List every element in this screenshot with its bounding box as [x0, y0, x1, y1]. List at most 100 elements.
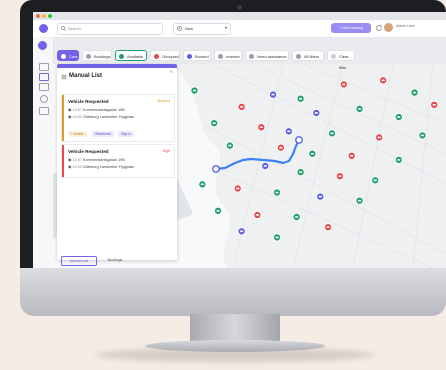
refresh-icon[interactable]	[375, 24, 383, 32]
tab-bookings[interactable]: Bookings	[99, 256, 131, 264]
route-end-marker[interactable]	[295, 136, 303, 144]
vehicle-marker[interactable]	[190, 86, 199, 95]
vehicle-marker[interactable]	[225, 141, 234, 150]
close-window-icon[interactable]	[36, 14, 40, 18]
filter-bar: Cars Bookings Available Occupied Booked Inact…	[57, 50, 446, 70]
panel-header-bar	[57, 64, 177, 68]
app-screen: Search Now ▾ + New booking Admin User Ca…	[33, 12, 446, 268]
vehicle-marker[interactable]	[198, 180, 207, 189]
route-start-marker[interactable]	[212, 165, 220, 173]
from-line: ◉ 13:57 Kommendantsgatan 19B	[68, 158, 125, 162]
vehicle-marker[interactable]	[316, 192, 325, 201]
vehicle-marker[interactable]	[257, 123, 266, 132]
filter-dot-icon	[296, 54, 301, 59]
from-line: ◉ 13:57 Kommendantsgatan 19B	[68, 108, 125, 112]
filter-chip-available[interactable]: Available	[115, 50, 147, 61]
nav-calendar-icon[interactable]	[39, 83, 49, 91]
avatar[interactable]	[384, 23, 393, 32]
vehicle-marker[interactable]	[418, 131, 427, 140]
vehicle-marker[interactable]	[261, 162, 270, 171]
vehicle-marker[interactable]	[276, 143, 285, 152]
vehicle-marker[interactable]	[355, 104, 364, 113]
vehicle-marker[interactable]	[292, 212, 301, 221]
filter-chip-label: Cars	[69, 54, 78, 59]
vehicle-marker[interactable]	[233, 184, 242, 193]
vehicle-marker[interactable]	[312, 108, 321, 117]
car-icon	[287, 130, 291, 133]
time-dropdown[interactable]: Now ▾	[173, 23, 231, 35]
vehicle-marker[interactable]	[410, 88, 419, 97]
to-time: 14:00	[72, 165, 82, 169]
minimize-window-icon[interactable]	[42, 14, 46, 18]
vehicle-marker[interactable]	[210, 119, 219, 128]
vehicle-marker[interactable]	[253, 210, 262, 219]
car-icon	[295, 216, 299, 218]
vehicle-marker[interactable]	[375, 133, 384, 142]
vehicle-marker[interactable]	[430, 100, 439, 109]
car-icon	[397, 116, 401, 118]
vehicle-marker[interactable]	[284, 127, 293, 136]
vehicle-marker[interactable]	[335, 172, 344, 181]
tag-chip: 1 vehicle	[68, 131, 87, 137]
app-logo	[39, 24, 48, 33]
filter-chip-label: Occupied	[162, 54, 179, 59]
to-time: 14:00	[72, 115, 82, 119]
car-icon	[326, 226, 330, 228]
vehicle-marker[interactable]	[324, 223, 333, 232]
car-icon	[240, 230, 244, 233]
filter-chip-inactive[interactable]: Inactive	[214, 50, 242, 61]
filter-chip-need-assistance[interactable]: Need assistance	[245, 50, 289, 61]
vehicle-marker[interactable]	[394, 155, 403, 164]
nav-user-icon[interactable]	[40, 95, 48, 103]
request-card[interactable]: Vehicle Requested Medium ◉ 13:57 Kommend…	[61, 94, 175, 142]
filter-chip-bookings[interactable]: Bookings	[82, 50, 112, 61]
vehicle-marker[interactable]	[339, 80, 348, 89]
nav-car-icon[interactable]	[39, 107, 49, 115]
car-icon	[314, 112, 318, 114]
vehicle-marker[interactable]	[347, 151, 356, 160]
vehicle-marker[interactable]	[237, 227, 246, 236]
panel-title: Manual List	[69, 73, 103, 79]
vehicle-marker[interactable]	[371, 176, 380, 185]
vehicle-marker[interactable]	[273, 233, 282, 242]
nav-list-icon[interactable]	[39, 73, 49, 81]
filter-chip-occupied[interactable]: Occupied	[150, 50, 180, 61]
vehicle-marker[interactable]	[296, 168, 305, 177]
filter-chip-clear-filter[interactable]: Clear filter	[327, 50, 355, 70]
filter-chip-booked[interactable]: Booked	[183, 50, 211, 61]
new-booking-button[interactable]: + New booking	[331, 23, 371, 33]
car-icon	[279, 146, 283, 149]
vehicle-marker[interactable]	[328, 129, 337, 138]
nav-home-icon[interactable]	[38, 41, 47, 50]
car-icon	[236, 187, 240, 190]
vehicle-marker[interactable]	[355, 196, 364, 205]
filter-dot-icon	[154, 54, 159, 59]
filter-dot-icon	[119, 54, 124, 59]
vehicle-marker[interactable]	[237, 102, 246, 111]
filter-chip-label: Booked	[195, 54, 209, 59]
filter-dot-icon	[187, 54, 192, 59]
car-icon	[381, 79, 385, 82]
priority-badge: Medium	[157, 99, 170, 103]
filter-chip-all-filters[interactable]: All filters	[292, 50, 324, 61]
card-title: Vehicle Requested	[68, 99, 109, 104]
vehicle-marker[interactable]	[296, 94, 305, 103]
vehicle-marker[interactable]	[394, 113, 403, 122]
vehicle-marker[interactable]	[214, 206, 223, 215]
maximize-window-icon[interactable]	[48, 14, 52, 18]
request-card[interactable]: Vehicle Requested High ◉ 13:57 Kommendan…	[61, 144, 175, 178]
vehicle-marker[interactable]	[379, 76, 388, 85]
from-place: Kommendantsgatan 19B	[82, 108, 125, 112]
filter-dot-icon	[331, 54, 336, 59]
panel-footer: Manual List Bookings	[57, 254, 177, 268]
car-icon	[263, 165, 267, 167]
vehicle-marker[interactable]	[308, 149, 317, 158]
filter-chip-cars[interactable]: Cars	[57, 50, 79, 61]
search-input[interactable]: Search	[57, 23, 163, 35]
nav-grid-icon[interactable]	[39, 63, 49, 71]
panel-close-icon[interactable]: ✕	[170, 69, 173, 74]
vehicle-marker[interactable]	[269, 90, 278, 99]
tab-manual-list[interactable]: Manual List	[61, 256, 97, 266]
vehicle-marker[interactable]	[273, 188, 282, 197]
car-icon	[212, 122, 216, 124]
